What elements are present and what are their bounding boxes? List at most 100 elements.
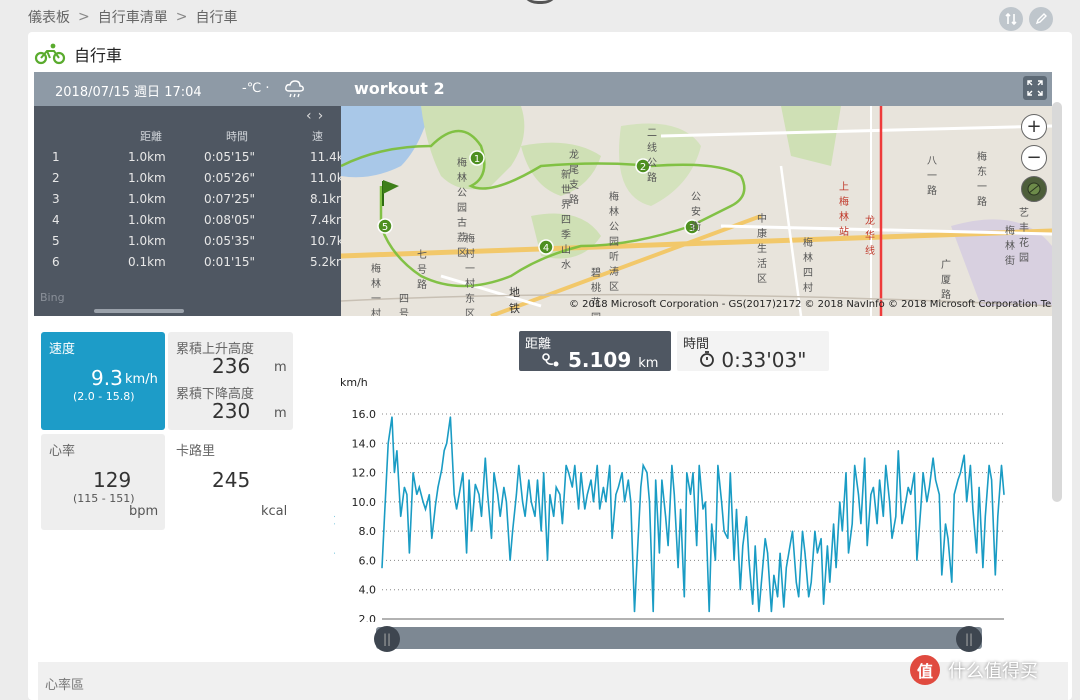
lap-time: 0:07'25" (204, 192, 256, 206)
laps-scrollbar[interactable] (94, 309, 184, 313)
map-label: 梅东一路 (977, 152, 987, 208)
stat-heart-rate[interactable]: 心率 129 (115 - 151) bpm (41, 434, 165, 530)
breadcrumb-item-bike: 自行車 (195, 10, 238, 26)
stat-elevation[interactable]: 累積上升高度 236 m 累積下降高度 230 m (168, 332, 293, 430)
stat-calories[interactable]: 卡路里 245 kcal (168, 434, 293, 530)
breadcrumb-item-bike-list[interactable]: 自行車清單 (98, 7, 168, 27)
lap-row[interactable]: 2 1.0km 0:05'26" 11.0km (34, 171, 341, 191)
stat-heart-rate-label: 心率 (49, 444, 76, 459)
lap-distance: 1.0km (128, 171, 166, 185)
lap-distance: 1.0km (128, 150, 166, 164)
lap-speed: 11.0km (310, 171, 341, 185)
breadcrumb-item-dashboard[interactable]: 儀表板 (28, 7, 70, 27)
chart-y-tick-label: 16.0 (352, 408, 377, 421)
lap-number: 6 (52, 255, 60, 269)
rain-cloud-icon (285, 80, 304, 98)
lap-time: 0:05'15" (204, 150, 256, 164)
range-slider-end-handle[interactable]: || (956, 626, 982, 652)
expand-icon (1027, 80, 1043, 96)
workout-datetime: 2018/07/15 週日 17:04 (55, 85, 202, 100)
speed-chart[interactable]: 2.04.06.08.010.012.014.016.0 0.000km1.00… (334, 372, 1034, 622)
chart-y-tick-label: 10.0 (352, 496, 377, 509)
stat-descent-unit: m (274, 406, 287, 421)
sort-button[interactable] (999, 7, 1023, 31)
stat-calories-label: 卡路里 (176, 444, 216, 459)
map-label: 梅村一村东区 (465, 234, 475, 316)
lap-row[interactable]: 1 1.0km 0:05'15" 11.4km (34, 150, 341, 170)
stat-ascent-value: 236 (212, 354, 251, 378)
route-marker-4[interactable]: 4 (538, 239, 554, 255)
svg-text:5: 5 (382, 222, 388, 233)
map-type-button[interactable] (1021, 176, 1047, 202)
route-marker-1[interactable]: 1 (469, 150, 485, 166)
lap-row[interactable]: 3 1.0km 0:07'25" 8.1km (34, 192, 341, 212)
map-label: 地铁9号线(在建中) (509, 286, 520, 315)
page-header: 自行車 (34, 42, 122, 66)
page-scrollbar[interactable] (1052, 102, 1062, 502)
route-map[interactable]: 1 2 3 4 5 二线公路 梅东一路 八一路 龙尾支路 梅林公园古荔区 新世界… (341, 106, 1052, 316)
laps-pager[interactable]: ‹› (306, 108, 329, 124)
chart-series-speed (381, 416, 1005, 612)
stat-heart-rate-unit: bpm (129, 504, 159, 519)
range-slider-start-handle[interactable]: || (374, 626, 400, 652)
lap-speed: 8.1km (310, 192, 341, 206)
chevron-right-icon: > (175, 9, 188, 25)
lap-row[interactable]: 6 0.1km 0:01'15" 5.2km (34, 255, 341, 275)
lap-number: 3 (52, 192, 60, 206)
tab-time-value: 0:33'03" (721, 348, 807, 372)
map-label: 新世界四季山水 (561, 170, 571, 271)
stat-ascent-unit: m (274, 360, 287, 375)
chevron-right-icon: > (78, 9, 90, 25)
tab-time[interactable]: 時間 0:33'03" (677, 331, 829, 372)
map-label: 梅林一村 (371, 264, 381, 316)
tab-distance-unit: km (638, 356, 659, 371)
laps-header-distance: 距離 (140, 130, 162, 143)
top-arc-decoration (520, 0, 560, 4)
zoom-out-button[interactable]: − (1021, 145, 1047, 171)
stat-heart-rate-value: 129 (93, 468, 132, 492)
chart-y-tick-label: 12.0 (352, 467, 377, 480)
svg-text:1: 1 (474, 154, 480, 165)
lap-speed: 11.4km (310, 150, 341, 164)
route-marker-5[interactable]: 5 (377, 218, 393, 234)
lap-distance: 1.0km (128, 234, 166, 248)
laps-header-time: 時間 (226, 130, 248, 143)
map-label: 二线公路 (647, 128, 657, 184)
edit-button[interactable] (1029, 7, 1053, 31)
breadcrumb: 儀表板 > 自行車清單 > 自行車 (28, 7, 237, 27)
stat-speed[interactable]: 速度 9.3 km/h (2.0 - 15.8) (41, 332, 165, 430)
workout-name: workout 2 (354, 79, 445, 98)
range-slider[interactable]: || || (374, 626, 982, 652)
top-bar: 儀表板 > 自行車清單 > 自行車 (0, 0, 1080, 32)
stat-calories-value: 245 (212, 468, 251, 492)
temperature: -℃ · (242, 81, 270, 96)
stat-speed-range: (2.0 - 15.8) (73, 390, 135, 403)
map-label: 上梅林站 (839, 182, 849, 238)
lap-number: 5 (52, 234, 60, 248)
map-label: 艺丰花园 (1019, 208, 1029, 264)
lap-row[interactable]: 5 1.0km 0:05'35" 10.7km (34, 234, 341, 254)
zoom-in-button[interactable]: + (1021, 114, 1047, 140)
chart-y-tick-label: 8.0 (359, 525, 377, 538)
tab-distance[interactable]: 距離 5.109 km (519, 331, 671, 372)
lap-speed: 7.4km (310, 213, 341, 227)
chart-y-tick-label: 2.0 (359, 613, 377, 622)
lap-time: 0:08'05" (204, 213, 256, 227)
lap-distance: 1.0km (128, 213, 166, 227)
chart-point (334, 515, 335, 518)
tab-distance-value: 5.109 (567, 348, 632, 372)
chart-y-tick-label: 4.0 (359, 584, 377, 597)
stat-speed-label: 速度 (49, 342, 76, 357)
fullscreen-button[interactable] (1023, 76, 1047, 100)
chart-point (334, 552, 335, 554)
sort-icon (1005, 12, 1017, 26)
lap-row[interactable]: 4 1.0km 0:08'05" 7.4km (34, 213, 341, 233)
lap-time: 0:01'15" (204, 255, 256, 269)
lap-distance: 1.0km (128, 192, 166, 206)
stat-descent-value: 230 (212, 399, 251, 423)
stopwatch-icon (700, 351, 714, 367)
satellite-icon (1027, 182, 1041, 196)
chart-y-ticks: 2.0 4.0 6.0 8.0 10.0 12.0 14.0 16.0 (352, 408, 377, 622)
map-label: 公安街 (691, 192, 701, 233)
chart-y-tick-label: 14.0 (352, 437, 377, 450)
